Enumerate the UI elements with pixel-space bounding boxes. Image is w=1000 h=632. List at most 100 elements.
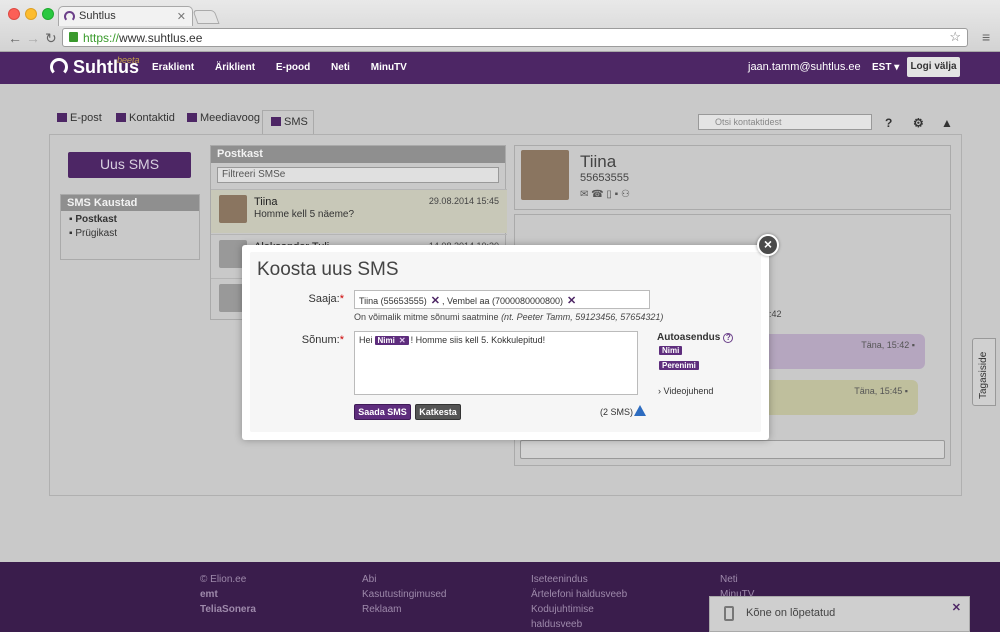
footer-link[interactable]: Ärtelefoni haldusveeb [531, 587, 641, 602]
bookmark-star-icon[interactable]: ☆ [949, 29, 961, 45]
footer-link[interactable]: Kodujuhtimise haldusveeb [531, 602, 641, 632]
message-sender: Tiina [254, 196, 278, 208]
contact-action-icons[interactable]: ✉ ☎ ▯ ▪ ⚇ [580, 189, 630, 200]
remove-recipient-icon[interactable]: ✕ [567, 295, 576, 307]
minimize-window-button[interactable] [25, 8, 37, 20]
reload-icon[interactable]: ↻ [45, 30, 57, 47]
lock-icon [69, 32, 78, 42]
logo-ring-icon [50, 58, 68, 76]
message-list-item[interactable]: Tiina Homme kell 5 näeme? 29.08.2014 15:… [211, 189, 507, 233]
remove-recipient-icon[interactable]: ✕ [431, 295, 440, 307]
remove-chip-icon[interactable]: ✕ [399, 336, 406, 345]
tab-sms[interactable]: SMS [262, 110, 314, 136]
language-select[interactable]: EST ▾ [872, 62, 899, 73]
tab-media[interactable]: Meediavoog [187, 112, 260, 124]
send-sms-button[interactable]: Saada SMS [354, 404, 411, 420]
close-icon[interactable]: ✕ [952, 601, 961, 614]
nav-eraklient[interactable]: Eraklient [152, 62, 194, 73]
gear-icon[interactable]: ⚙ [913, 116, 924, 130]
browser-chrome: Suhtlus ✕ ← → ↻ https://www.suhtlus.ee ☆… [0, 0, 1000, 52]
feedback-tab[interactable]: Tagasiside [972, 338, 996, 406]
top-navigation: Eraklient Äriklient E-pood Neti MinuTV [152, 62, 425, 73]
footer-link[interactable]: Neti [720, 572, 754, 587]
autofill-name-chip[interactable]: Nimi [659, 346, 683, 355]
message-snippet: Homme kell 5 näeme? [254, 209, 355, 220]
cancel-button[interactable]: Katkesta [415, 404, 461, 420]
message-time: Täna, 15:42 [861, 340, 910, 350]
warning-icon[interactable]: ▲ [941, 116, 953, 130]
tab-close-icon[interactable]: ✕ [177, 10, 186, 23]
url-scheme: https:// [83, 31, 120, 45]
forward-arrow-icon[interactable]: → [26, 30, 40, 46]
recipient-chip: , Vembel aa (7000080000800) [441, 296, 564, 306]
sms-icon [271, 117, 281, 126]
folder-trash[interactable]: ▪ Prügikast [61, 225, 199, 239]
reply-input[interactable] [520, 440, 945, 459]
sms-count: (2 SMS) [600, 407, 634, 417]
beta-label: beeta [117, 55, 140, 65]
message-time: Täna, 15:45 [854, 386, 903, 396]
help-icon[interactable]: ? [885, 116, 892, 130]
tab-title: Suhtlus [79, 10, 116, 22]
footer-col-selfservice: Iseteenindus Ärtelefoni haldusveeb Koduj… [531, 572, 641, 632]
trash-icon[interactable]: ▪ [905, 386, 908, 396]
contact-avatar [521, 150, 569, 200]
recipient-chip: Tiina (55653555) [359, 296, 427, 306]
nav-minutv[interactable]: MinuTV [371, 62, 407, 73]
folder-inbox[interactable]: ▪ Postkast [61, 211, 199, 225]
dialog-title: Koosta uus SMS [257, 259, 399, 280]
nav-epood[interactable]: E-pood [276, 62, 310, 73]
autofill-title: Autoasendus? [657, 332, 734, 343]
sms-folders: SMS Kaustad ▪ Postkast ▪ Prügikast [60, 194, 200, 260]
notification-text: Kõne on lõpetatud [746, 607, 836, 619]
recipient-field[interactable]: Tiina (55653555) ✕, Vembel aa (7000080000… [354, 290, 650, 309]
footer-col-brands: © Elion.ee emt TeliaSonera [200, 574, 256, 615]
nav-neti[interactable]: Neti [331, 62, 350, 73]
app-header: Suhtlus beeta Eraklient Äriklient E-pood… [0, 52, 1000, 84]
video-guide-link[interactable]: › Videojuhend [658, 386, 713, 396]
placeholder-chip[interactable]: Nimi ✕ [374, 336, 409, 345]
tab-contacts[interactable]: Kontaktid [116, 112, 175, 124]
autofill-surname-chip[interactable]: Perenimi [659, 361, 699, 370]
zoom-window-button[interactable] [42, 8, 54, 20]
footer-link[interactable]: Abi [362, 572, 447, 587]
url-host: www.suhtlus.ee [119, 31, 203, 45]
inbox-title: Postkast [211, 146, 505, 163]
close-window-button[interactable] [8, 8, 20, 20]
footer-link[interactable]: Reklaam [362, 602, 447, 617]
folders-title: SMS Kaustad [61, 195, 199, 211]
phone-icon [724, 606, 734, 621]
footer-link[interactable]: Kasutustingimused [362, 587, 447, 602]
contact-search-input[interactable]: Otsi kontaktidest [698, 114, 872, 130]
footer-link[interactable]: Iseteenindus [531, 572, 641, 587]
message-time: :42 [769, 309, 782, 319]
incoming-message: Täna, 15:45 ▪ [760, 380, 918, 415]
back-arrow-icon[interactable]: ← [8, 30, 22, 46]
info-warning-icon[interactable] [634, 405, 646, 416]
logout-button[interactable]: Logi välja [907, 57, 960, 77]
filter-sms-input[interactable]: Filtreeri SMSe [217, 167, 499, 183]
envelope-icon [57, 113, 67, 122]
recipient-label: Saaja:* [308, 293, 344, 305]
new-tab-button[interactable] [192, 10, 220, 24]
message-label: Sõnum:* [301, 334, 344, 346]
user-email[interactable]: jaan.tamm@suhtlus.ee [748, 61, 861, 73]
help-icon[interactable]: ? [723, 333, 734, 343]
message-textarea[interactable]: Hei Nimi ✕! Homme siis kell 5. Kokkulepitu… [354, 331, 638, 395]
tab-email[interactable]: E-post [57, 112, 102, 124]
new-sms-button[interactable]: Uus SMS [68, 152, 191, 178]
contact-name: Tiina [580, 152, 617, 171]
browser-tab[interactable]: Suhtlus ✕ [58, 6, 193, 26]
outgoing-message: Täna, 15:42 ▪ [760, 334, 925, 369]
contact-number: 55653555 [580, 172, 629, 184]
browser-menu-icon[interactable]: ≡ [982, 29, 990, 45]
recipient-hint: On võimalik mitme sõnumi saatmine (nt. P… [354, 312, 664, 322]
favicon-icon [64, 11, 75, 22]
address-bar[interactable]: https://www.suhtlus.ee ☆ [62, 28, 968, 47]
message-date: 29.08.2014 15:45 [428, 196, 499, 206]
call-notification: Kõne on lõpetatud ✕ [709, 596, 970, 632]
trash-icon[interactable]: ▪ [912, 340, 915, 350]
person-icon [116, 113, 126, 122]
dialog-close-button[interactable]: × [757, 234, 779, 256]
nav-ariklient[interactable]: Äriklient [215, 62, 255, 73]
